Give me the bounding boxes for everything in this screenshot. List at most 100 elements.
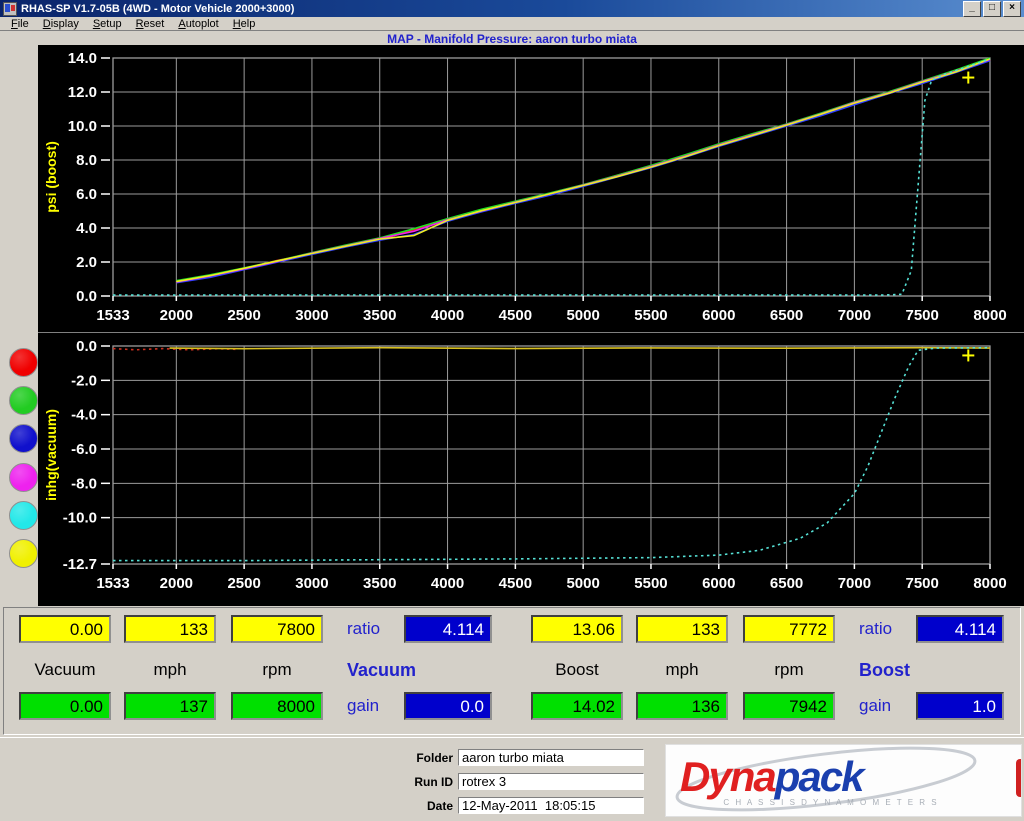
boost-ratio-label: ratio <box>859 619 892 639</box>
footer-label-date: Date <box>383 799 453 813</box>
vacuum-gain-field[interactable]: 0.0 <box>404 692 492 720</box>
footer-field-folder[interactable]: aaron turbo miata <box>458 749 644 766</box>
menu-file[interactable]: File <box>4 18 36 30</box>
svg-text:2.0: 2.0 <box>76 254 97 271</box>
boost-gain-field[interactable]: 1.0 <box>916 692 1004 720</box>
run-select-yellow-button[interactable] <box>9 539 38 568</box>
svg-text:0.0: 0.0 <box>76 338 97 355</box>
vacuum-cursor1-rpm-field: 7800 <box>231 615 323 643</box>
menu-display[interactable]: Display <box>36 18 86 30</box>
boost-col-label-boost: Boost <box>531 660 623 680</box>
footer-field-date[interactable]: 12-May-2011 18:05:15 <box>458 797 644 814</box>
svg-text:7000: 7000 <box>838 307 871 324</box>
svg-text:8.0: 8.0 <box>76 152 97 169</box>
vacuum-cursor2-mph-field: 137 <box>124 692 216 720</box>
svg-text:8000: 8000 <box>973 307 1006 324</box>
menu-autoplot[interactable]: Autoplot <box>171 18 225 30</box>
app-icon <box>3 2 17 16</box>
svg-text:-8.0: -8.0 <box>71 475 97 492</box>
svg-text:6500: 6500 <box>770 575 803 592</box>
vacuum-col-label-vacuum: Vacuum <box>19 660 111 680</box>
chart-top-svg: 0.02.04.06.08.010.012.014.01533200025003… <box>38 45 1024 332</box>
close-button[interactable]: × <box>1003 1 1021 17</box>
run-select-red-button[interactable] <box>9 348 38 377</box>
chart-title: MAP - Manifold Pressure: aaron turbo mia… <box>0 32 1024 45</box>
window-title: RHAS-SP V1.7-05B (4WD - Motor Vehicle 20… <box>21 3 961 15</box>
svg-text:4000: 4000 <box>431 575 464 592</box>
run-select-cyan-button[interactable] <box>9 501 38 530</box>
svg-text:14.0: 14.0 <box>68 50 97 67</box>
boost-ratio-field[interactable]: 4.114 <box>916 615 1004 643</box>
run-select-green-button[interactable] <box>9 386 38 415</box>
menu-reset[interactable]: Reset <box>129 18 172 30</box>
svg-text:Dynapack: Dynapack <box>680 753 867 800</box>
svg-text:2500: 2500 <box>227 307 260 324</box>
footer-bar: DynapackC H A S S I S D Y N A M O M E T … <box>0 737 1024 820</box>
run-button-strip <box>0 45 38 605</box>
svg-text:3500: 3500 <box>363 307 396 324</box>
menu-help[interactable]: Help <box>226 18 263 30</box>
boost-col-label-rpm: rpm <box>743 660 835 680</box>
run-select-magenta-button[interactable] <box>9 463 38 492</box>
svg-text:4500: 4500 <box>499 307 532 324</box>
boost-cursor1-value-field: 13.06 <box>531 615 623 643</box>
footer-label-run-id: Run ID <box>383 775 453 789</box>
run-select-blue-button[interactable] <box>9 424 38 453</box>
svg-text:psi (boost): psi (boost) <box>43 141 59 213</box>
chart-bottom-svg: 0.0 -2.0 -4.0 -6.0 -8.0 -10.0 -12.7 1533 2000 250… <box>38 333 1024 606</box>
svg-text:-6.0: -6.0 <box>71 441 97 458</box>
vacuum-chart[interactable]: 0.0 -2.0 -4.0 -6.0 -8.0 -10.0 -12.7 1533 2000 250… <box>38 332 1024 606</box>
svg-text:5000: 5000 <box>566 307 599 324</box>
svg-text:5500: 5500 <box>634 307 667 324</box>
svg-text:10.0: 10.0 <box>68 118 97 135</box>
svg-text:6000: 6000 <box>702 575 735 592</box>
cutoff-red-graphic <box>1016 759 1021 797</box>
minimize-button[interactable]: _ <box>963 1 981 17</box>
svg-text:-4.0: -4.0 <box>71 407 97 424</box>
boost-cursor2-mph-field: 136 <box>636 692 728 720</box>
dynapack-logo: DynapackC H A S S I S D Y N A M O M E T … <box>665 744 1022 817</box>
vacuum-col-label-mph: mph <box>124 660 216 680</box>
svg-text:1533: 1533 <box>96 575 129 592</box>
vac-yellow-trace <box>170 348 990 349</box>
svg-text:4.0: 4.0 <box>76 220 97 237</box>
readout-panel: 0.0013378000.001378000VacuummphrpmratioV… <box>3 607 1021 735</box>
svg-text:3500: 3500 <box>363 575 396 592</box>
svg-text:4000: 4000 <box>431 307 464 324</box>
boost-cursor2-value-field: 14.02 <box>531 692 623 720</box>
svg-text:-2.0: -2.0 <box>71 372 97 389</box>
svg-text:6.0: 6.0 <box>76 186 97 203</box>
boost-chart[interactable]: 0.02.04.06.08.010.012.014.01533200025003… <box>38 45 1024 332</box>
vacuum-gain-label: gain <box>347 696 379 716</box>
svg-text:1533: 1533 <box>96 307 129 324</box>
boost-cursor1-rpm-field: 7772 <box>743 615 835 643</box>
svg-text:2000: 2000 <box>160 575 193 592</box>
svg-text:-10.0: -10.0 <box>63 510 97 527</box>
vacuum-group-title: Vacuum <box>347 660 416 681</box>
vacuum-cursor2-rpm-field: 8000 <box>231 692 323 720</box>
vacuum-cursor1-value-field: 0.00 <box>19 615 111 643</box>
footer-field-run-id[interactable]: rotrex 3 <box>458 773 644 790</box>
vacuum-col-label-rpm: rpm <box>231 660 323 680</box>
vacuum-cursor1-mph-field: 133 <box>124 615 216 643</box>
menu-setup[interactable]: Setup <box>86 18 129 30</box>
svg-text:7500: 7500 <box>906 575 939 592</box>
svg-text:2000: 2000 <box>160 307 193 324</box>
svg-text:2500: 2500 <box>227 575 260 592</box>
boost-cursor2-rpm-field: 7942 <box>743 692 835 720</box>
vacuum-ratio-field[interactable]: 4.114 <box>404 615 492 643</box>
boost-col-label-mph: mph <box>636 660 728 680</box>
svg-text:4500: 4500 <box>499 575 532 592</box>
svg-text:6000: 6000 <box>702 307 735 324</box>
dynapack-logo-svg: DynapackC H A S S I S D Y N A M O M E T … <box>666 745 996 816</box>
boost-cursor1-mph-field: 133 <box>636 615 728 643</box>
svg-text:C H A S S I S D Y N A M O: C H A S S I S D Y N A M O M E T E R S <box>723 798 938 807</box>
svg-text:7500: 7500 <box>906 307 939 324</box>
svg-text:3000: 3000 <box>295 575 328 592</box>
svg-text:-12.7: -12.7 <box>63 556 97 573</box>
restore-button[interactable]: □ <box>983 1 1001 17</box>
svg-text:8000: 8000 <box>973 575 1006 592</box>
menu-bar: FileDisplaySetupResetAutoplotHelp <box>0 17 1024 31</box>
boost-gain-label: gain <box>859 696 891 716</box>
svg-text:3000: 3000 <box>295 307 328 324</box>
